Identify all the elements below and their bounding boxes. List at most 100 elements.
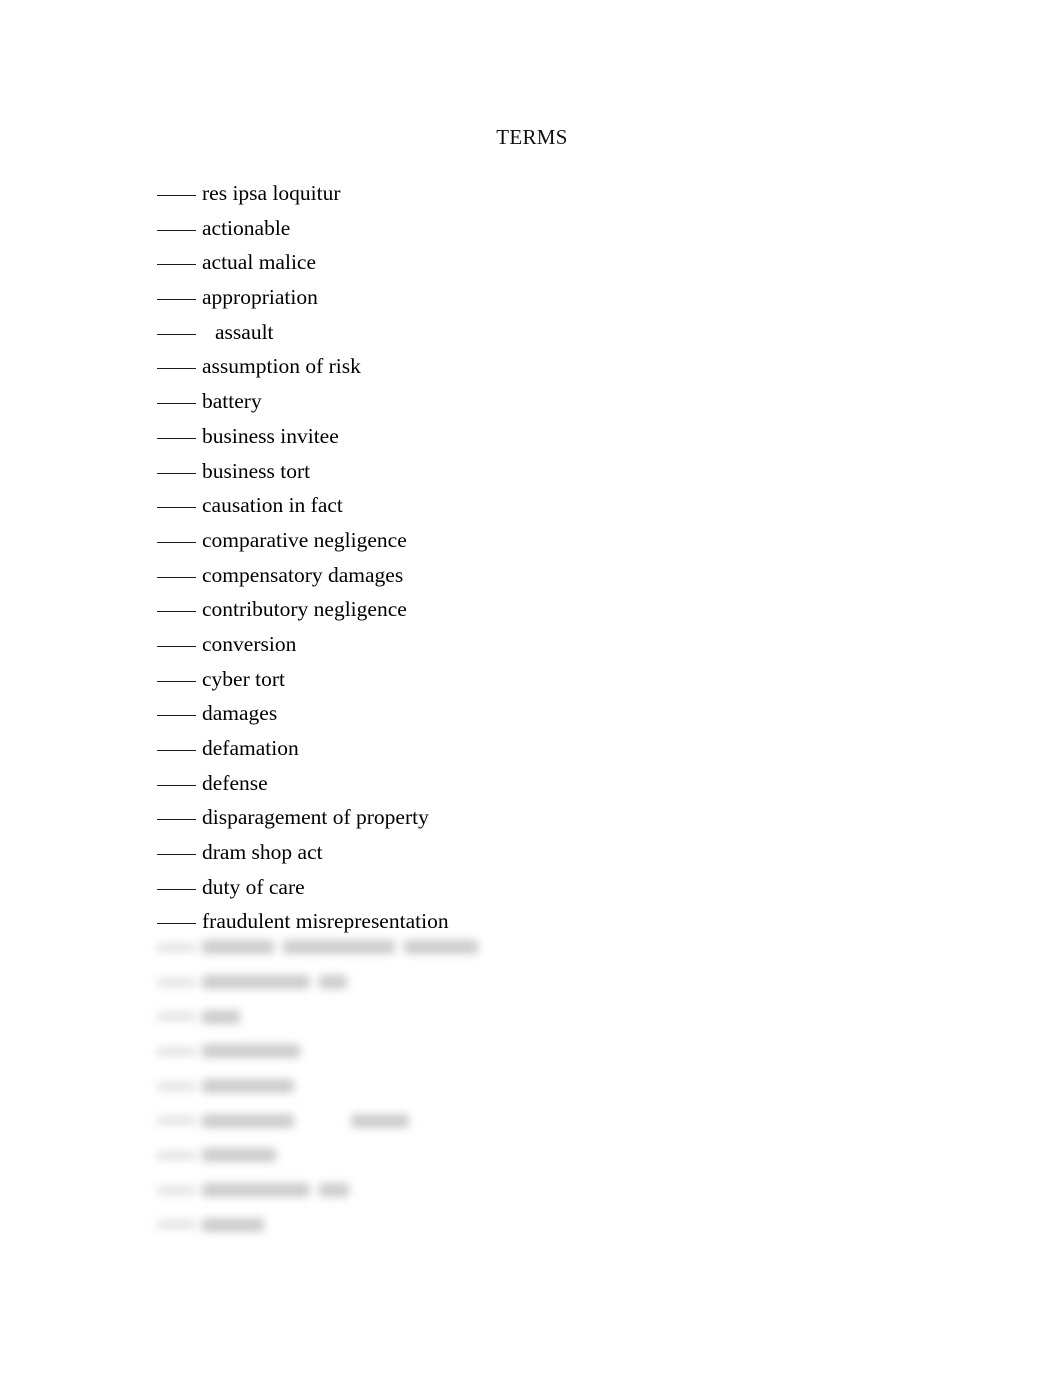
term-answer-blank[interactable]: [157, 977, 196, 987]
term-answer-blank[interactable]: [157, 229, 196, 231]
term-label: assumption of risk: [202, 354, 361, 379]
blurred-term-row: [157, 930, 957, 965]
blurred-term-row: [157, 1103, 957, 1138]
term-answer-blank[interactable]: [157, 541, 196, 543]
term-label: actionable: [202, 215, 291, 240]
blurred-terms-section: [157, 930, 957, 1242]
term-row: comparative negligence: [157, 523, 957, 558]
term-answer-blank[interactable]: [157, 819, 196, 821]
term-answer-blank[interactable]: [157, 264, 196, 266]
term-answer-blank[interactable]: [157, 611, 196, 613]
term-label: battery: [202, 389, 262, 414]
term-row: defamation: [157, 731, 957, 766]
term-answer-blank[interactable]: [157, 1220, 196, 1230]
blurred-word: [202, 1009, 240, 1024]
term-row: actionable: [157, 211, 957, 246]
term-label: conversion: [202, 631, 297, 656]
blurred-word: [202, 1044, 300, 1059]
term-answer-blank[interactable]: [157, 333, 196, 335]
term-answer-blank[interactable]: [157, 195, 196, 196]
blurred-term-row: [157, 965, 957, 1000]
term-answer-blank[interactable]: [157, 403, 196, 405]
term-row: res ipsa loquitur: [157, 176, 957, 211]
term-label: defamation: [202, 736, 299, 760]
term-row: damages: [157, 696, 957, 731]
term-label: defense: [202, 770, 268, 795]
term-row: contributory negligence: [157, 592, 957, 627]
blurred-word: [319, 975, 347, 990]
blurred-word: [202, 940, 274, 955]
term-label: business tort: [202, 458, 311, 483]
term-row: compensatory damages: [157, 558, 957, 593]
term-row: business tort: [157, 454, 957, 489]
term-label: disparagement of property: [202, 805, 429, 830]
term-row: assault: [157, 315, 957, 350]
blurred-word: [404, 940, 478, 955]
term-answer-blank[interactable]: [157, 888, 196, 890]
term-row: defense: [157, 766, 957, 801]
blurred-word: [202, 1217, 264, 1232]
term-row: appropriation: [157, 280, 957, 315]
page-title: TERMS: [0, 124, 1062, 150]
blurred-word: [351, 1113, 409, 1128]
blurred-term-row: [157, 1173, 957, 1208]
term-answer-blank[interactable]: [157, 1150, 196, 1160]
term-label: business invitee: [202, 423, 339, 448]
term-row: dram shop act: [157, 835, 957, 870]
term-answer-blank[interactable]: [157, 1046, 196, 1056]
term-answer-blank[interactable]: [157, 715, 196, 717]
term-row: assumption of risk: [157, 349, 957, 384]
term-answer-blank[interactable]: [157, 299, 196, 301]
term-answer-blank[interactable]: [157, 437, 196, 439]
term-answer-blank[interactable]: [157, 1012, 196, 1022]
term-answer-blank[interactable]: [157, 507, 196, 509]
blurred-term-row: [157, 1138, 957, 1173]
term-answer-blank[interactable]: [157, 923, 196, 925]
blurred-term-row: [157, 1034, 957, 1069]
blurred-word: [319, 1183, 349, 1198]
blurred-word: [202, 1183, 310, 1198]
term-answer-blank[interactable]: [157, 942, 196, 952]
term-answer-blank[interactable]: [157, 1116, 196, 1126]
document-page: TERMS res ipsa loquitur actionable actual …: [0, 0, 1062, 1377]
blurred-word: [202, 1148, 276, 1163]
term-row: business invitee: [157, 419, 957, 454]
blurred-term-row: [157, 999, 957, 1034]
term-answer-blank[interactable]: [157, 576, 196, 578]
term-row: conversion: [157, 627, 957, 662]
term-label: damages: [202, 701, 278, 726]
term-row: cyber tort: [157, 662, 957, 697]
blurred-word: [283, 940, 395, 955]
term-answer-blank[interactable]: [157, 645, 196, 647]
term-answer-blank[interactable]: [157, 1081, 196, 1091]
term-answer-blank[interactable]: [157, 680, 196, 682]
term-label: actual malice: [202, 250, 316, 275]
blurred-word: [202, 1113, 294, 1128]
term-row: causation in fact: [157, 488, 957, 523]
terms-list: res ipsa loquitur actionable actual malice…: [157, 176, 957, 939]
term-label: comparative negligence: [202, 527, 407, 552]
term-row: battery: [157, 384, 957, 419]
term-label: duty of care: [202, 874, 305, 899]
blurred-word: [202, 975, 310, 990]
term-row: disparagement of property: [157, 800, 957, 835]
term-label: compensatory damages: [202, 562, 404, 587]
term-answer-blank[interactable]: [157, 854, 196, 856]
term-answer-blank[interactable]: [157, 472, 196, 474]
term-row: actual malice: [157, 245, 957, 280]
term-label: assault: [215, 319, 274, 344]
term-answer-blank[interactable]: [157, 1185, 196, 1195]
term-label: contributory negligence: [202, 597, 407, 622]
term-answer-blank[interactable]: [157, 750, 196, 751]
page-title-text: TERMS: [496, 125, 568, 149]
term-label: cyber tort: [202, 666, 285, 691]
term-answer-blank[interactable]: [157, 368, 196, 370]
term-answer-blank[interactable]: [157, 784, 196, 786]
term-label: causation in fact: [202, 493, 343, 518]
blurred-term-row: [157, 1069, 957, 1104]
blurred-term-row: [157, 1208, 957, 1243]
blurred-word: [202, 1079, 294, 1094]
term-label: appropriation: [202, 285, 318, 310]
term-label: res ipsa loquitur: [202, 181, 341, 205]
term-row: duty of care: [157, 870, 957, 905]
